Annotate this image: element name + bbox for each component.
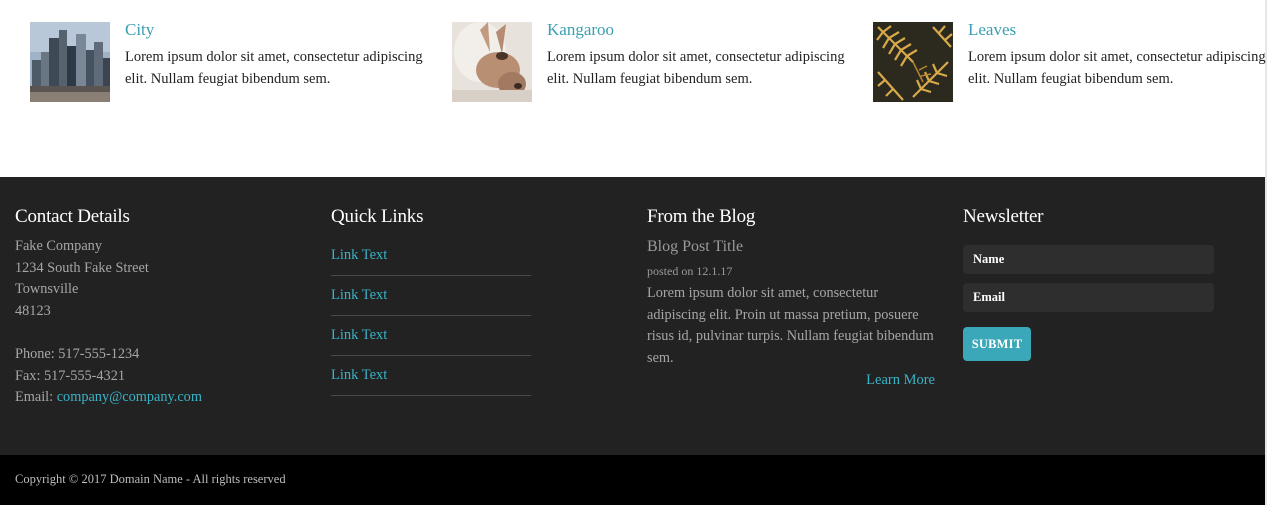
fern-leaves-image	[873, 22, 953, 102]
quick-links: Quick Links Link Text Link Text Link Tex…	[331, 206, 531, 396]
city-skyline-image	[30, 22, 110, 102]
kangaroo-image	[452, 22, 532, 102]
quick-link-item: Link Text	[331, 316, 531, 356]
quick-link-3[interactable]: Link Text	[331, 327, 387, 343]
quick-link-item: Link Text	[331, 236, 531, 276]
quick-links-list: Link Text Link Text Link Text Link Text	[331, 236, 531, 396]
features-section: City Lorem ipsum dolor sit amet, consect…	[0, 0, 1267, 177]
name-input[interactable]	[963, 245, 1214, 274]
leaves-thumbnail[interactable]	[873, 22, 953, 102]
feature-title-city[interactable]: City	[125, 20, 154, 40]
feature-description: Lorem ipsum dolor sit amet, consectetur …	[547, 49, 845, 87]
city-thumbnail[interactable]	[30, 22, 110, 102]
zip-code: 48123	[15, 302, 51, 319]
contact-details: Contact Details Fake Company 1234 South …	[15, 206, 305, 409]
quick-links-heading: Quick Links	[331, 206, 424, 227]
contact-info: Fake Company 1234 South Fake Street Town…	[15, 236, 305, 409]
quick-link-4[interactable]: Link Text	[331, 367, 387, 383]
newsletter-heading: Newsletter	[963, 206, 1044, 227]
blog-heading: From the Blog	[647, 206, 756, 227]
feature-card-city: City Lorem ipsum dolor sit amet, consect…	[30, 20, 430, 110]
feature-description: Lorem ipsum dolor sit amet, consectetur …	[125, 49, 423, 87]
submit-button[interactable]: SUBMIT	[963, 327, 1031, 361]
phone-number: Phone: 517-555-1234	[15, 345, 140, 362]
email-link[interactable]: company@company.com	[57, 389, 202, 405]
blog-post-date: posted on 12.1.17	[647, 264, 733, 278]
contact-heading: Contact Details	[15, 206, 130, 227]
quick-link-item: Link Text	[331, 356, 531, 396]
quick-link-2[interactable]: Link Text	[331, 287, 387, 303]
email-input[interactable]	[963, 283, 1214, 312]
feature-card-leaves: Leaves Lorem ipsum dolor sit amet, conse…	[873, 20, 1267, 110]
feature-description: Lorem ipsum dolor sit amet, consectetur …	[968, 49, 1266, 87]
site-footer: Contact Details Fake Company 1234 South …	[0, 177, 1265, 455]
fax-number: Fax: 517-555-4321	[15, 367, 125, 384]
street-address: 1234 South Fake Street	[15, 259, 149, 276]
learn-more-link[interactable]: Learn More	[647, 370, 935, 390]
copyright-bar: Copyright © 2017 Domain Name - All right…	[0, 455, 1265, 505]
city-name: Townsville	[15, 281, 79, 298]
quick-link-1[interactable]: Link Text	[331, 247, 387, 263]
feature-card-kangaroo: Kangaroo Lorem ipsum dolor sit amet, con…	[452, 20, 852, 110]
feature-title-leaves[interactable]: Leaves	[968, 20, 1016, 40]
quick-link-item: Link Text	[331, 276, 531, 316]
blog-section: From the Blog Blog Post Title posted on …	[647, 206, 935, 390]
newsletter-section: Newsletter SUBMIT	[963, 206, 1215, 361]
kangaroo-thumbnail[interactable]	[452, 22, 532, 102]
company-name: Fake Company	[15, 238, 102, 254]
blog-post-title: Blog Post Title	[647, 238, 744, 255]
email-label: Email:	[15, 389, 57, 406]
email-line: Email: company@company.com	[15, 387, 305, 409]
copyright-text: Copyright © 2017 Domain Name - All right…	[15, 472, 286, 486]
feature-title-kangaroo[interactable]: Kangaroo	[547, 20, 614, 40]
blog-post-excerpt: Lorem ipsum dolor sit amet, consectetur …	[647, 285, 934, 366]
